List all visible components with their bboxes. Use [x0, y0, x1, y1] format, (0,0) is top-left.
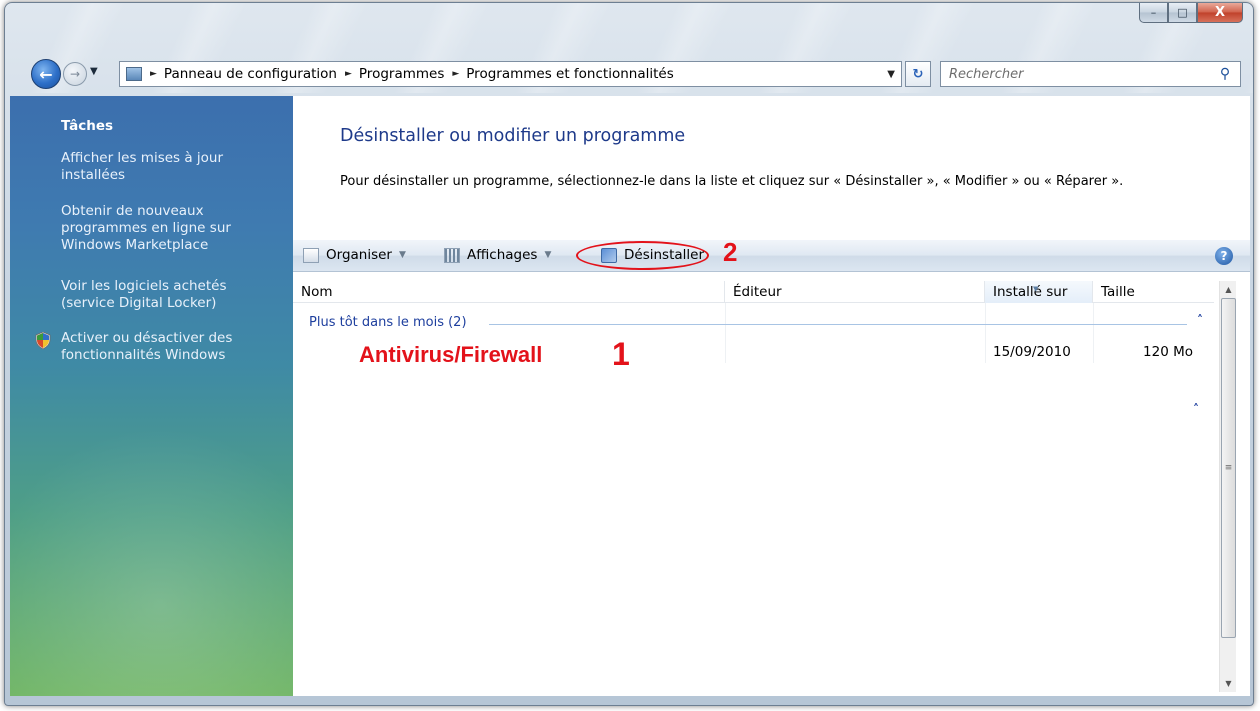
- chevron-down-icon: ▼: [398, 250, 406, 260]
- address-dropdown-icon[interactable]: ▼: [887, 69, 895, 80]
- organize-label: Organiser: [326, 247, 392, 263]
- column-header-size[interactable]: Taille: [1093, 281, 1201, 303]
- annotation-step-2: 2: [723, 237, 738, 267]
- column-header-name[interactable]: Nom: [293, 281, 725, 303]
- table-row-name[interactable]: Antivirus/Firewall: [359, 342, 542, 368]
- task-pane: Tâches Afficher les mises à jour install…: [10, 96, 293, 696]
- uninstall-icon: [601, 247, 617, 263]
- organize-icon: [303, 247, 319, 263]
- sort-indicator-icon: ▼: [1033, 285, 1039, 293]
- page-description: Pour désinstaller un programme, sélectio…: [340, 174, 1124, 189]
- column-header-installed-on-label: Installé sur: [993, 284, 1068, 300]
- organize-button[interactable]: Organiser ▼: [303, 247, 406, 263]
- command-bar: Organiser ▼ Affichages ▼ Désinstaller 2 …: [293, 237, 1250, 272]
- uninstall-button[interactable]: Désinstaller: [601, 247, 704, 263]
- uninstall-label: Désinstaller: [624, 247, 704, 263]
- column-header-publisher[interactable]: Éditeur: [725, 281, 985, 303]
- collapse-chevron-icon[interactable]: ˄: [1197, 313, 1203, 327]
- maximize-button[interactable]: □: [1168, 3, 1197, 23]
- views-label: Affichages: [467, 247, 538, 263]
- refresh-button[interactable]: ↻: [905, 61, 931, 87]
- page-title: Désinstaller ou modifier un programme: [340, 126, 686, 146]
- task-pane-title: Tâches: [61, 118, 114, 134]
- breadcrumb-programs[interactable]: Programmes: [359, 66, 444, 82]
- caption-buttons: – □ X: [1139, 3, 1243, 25]
- annotation-step-1: 1: [612, 336, 630, 372]
- breadcrumb-separator-icon[interactable]: ►: [452, 69, 459, 79]
- address-bar[interactable]: ► Panneau de configuration ► Programmes …: [119, 61, 902, 87]
- breadcrumb-control-panel[interactable]: Panneau de configuration: [164, 66, 337, 82]
- close-button[interactable]: X: [1197, 3, 1243, 23]
- navigation-bar: ← → ▼ ► Panneau de configuration ► Progr…: [31, 59, 1241, 89]
- group-label: Plus tôt dans le mois (2): [309, 315, 473, 330]
- search-box: ⚲: [940, 61, 1241, 87]
- views-icon: [444, 247, 460, 263]
- vertical-scrollbar[interactable]: ▲ ≡ ▼: [1219, 281, 1236, 692]
- shield-icon: [35, 332, 51, 349]
- link-windows-features[interactable]: Activer ou désactiver des fonctionnalité…: [61, 330, 276, 364]
- views-button[interactable]: Affichages ▼: [444, 247, 551, 263]
- search-icon[interactable]: ⚲: [1216, 66, 1234, 82]
- column-divider: [985, 303, 986, 363]
- column-header-installed-on[interactable]: ▼ Installé sur: [985, 281, 1093, 303]
- chevron-down-icon: ▼: [544, 250, 552, 260]
- group-header[interactable]: Plus tôt dans le mois (2) ˄: [309, 313, 1203, 333]
- breadcrumb-separator-icon[interactable]: ►: [150, 69, 157, 79]
- table-row-size: 120 Mo: [1143, 344, 1193, 360]
- table-row-installed-on: 15/09/2010: [993, 344, 1071, 360]
- link-view-installed-updates[interactable]: Afficher les mises à jour installées: [61, 150, 276, 184]
- control-panel-icon: [126, 67, 142, 81]
- forward-button[interactable]: →: [63, 62, 87, 86]
- recent-pages-dropdown-icon[interactable]: ▼: [90, 66, 98, 77]
- column-divider: [1093, 303, 1094, 363]
- minimize-button[interactable]: –: [1139, 3, 1168, 23]
- back-button[interactable]: ←: [31, 59, 61, 89]
- link-digital-locker[interactable]: Voir les logiciels achetés (service Digi…: [61, 278, 276, 312]
- breadcrumb-separator-icon[interactable]: ►: [345, 69, 352, 79]
- main-content: Désinstaller ou modifier un programme Po…: [293, 96, 1250, 696]
- search-input[interactable]: [941, 66, 1216, 82]
- scrollbar-thumb[interactable]: ≡: [1221, 298, 1236, 638]
- group-divider-line: [489, 324, 1187, 325]
- column-divider: [725, 303, 726, 363]
- link-windows-marketplace[interactable]: Obtenir de nouveaux programmes en ligne …: [61, 203, 276, 254]
- scroll-down-icon[interactable]: ▼: [1220, 675, 1237, 692]
- column-headers: Nom Éditeur ▼ Installé sur Taille: [293, 281, 1214, 303]
- scroll-up-icon[interactable]: ▲: [1220, 281, 1237, 298]
- help-icon[interactable]: ?: [1215, 247, 1233, 265]
- breadcrumb-programs-features[interactable]: Programmes et fonctionnalités: [466, 66, 673, 82]
- collapse-chevron-icon[interactable]: ˄: [1193, 402, 1199, 416]
